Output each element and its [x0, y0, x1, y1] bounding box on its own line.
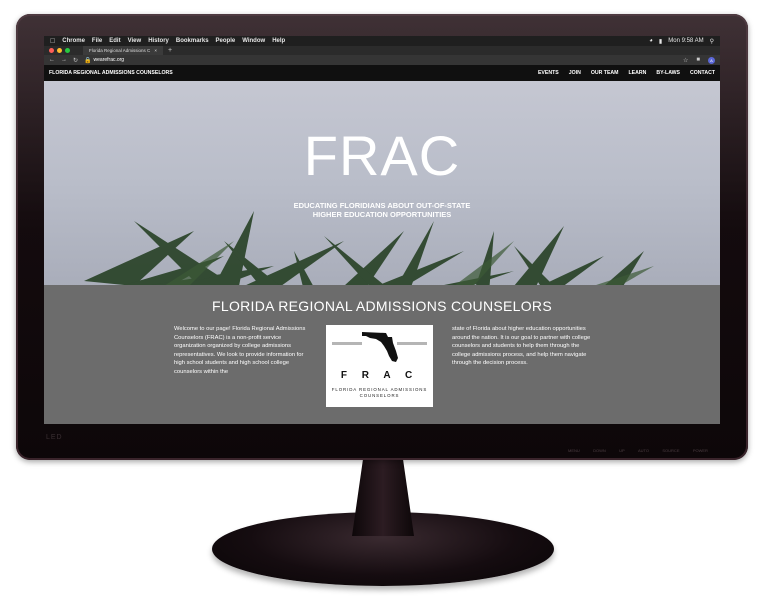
close-tab-icon[interactable]: × — [154, 48, 157, 53]
menu-help[interactable]: Help — [272, 38, 285, 44]
monitor-control-power[interactable]: POWER — [693, 448, 708, 453]
florida-map-icon — [332, 332, 427, 362]
menu-view[interactable]: View — [128, 38, 142, 44]
hero-section: FRAC EDUCATING FLORIDIANS ABOUT OUT-OF-S… — [44, 81, 720, 424]
hero-subtitle: EDUCATING FLORIDIANS ABOUT OUT-OF-STATE … — [44, 201, 720, 219]
back-icon[interactable]: ← — [49, 57, 55, 63]
monitor-control-source[interactable]: SOURCE — [662, 448, 679, 453]
nav-contact[interactable]: CONTACT — [690, 70, 715, 76]
profile-avatar[interactable]: A — [708, 56, 715, 64]
monitor-control-up[interactable]: UP — [619, 448, 625, 453]
menu-file[interactable]: File — [92, 38, 102, 44]
lock-icon: 🔒 — [84, 57, 92, 64]
extension-icon[interactable]: ■ — [696, 57, 700, 63]
monitor-brand-label: LED — [46, 434, 63, 441]
site-brand[interactable]: FLORIDA REGIONAL ADMISSIONS COUNSELORS — [49, 70, 173, 76]
new-tab-button[interactable]: + — [168, 47, 172, 54]
url-input[interactable]: wearefrac.org — [94, 57, 125, 63]
close-window-button[interactable] — [49, 48, 54, 53]
frac-logo: F R A C FLORIDA REGIONAL ADMISSIONS COUN… — [326, 325, 433, 407]
monitor-controls: MENU DOWN UP AUTO SOURCE POWER — [568, 448, 708, 453]
intro-text-right: state of Florida about higher education … — [452, 326, 591, 367]
menu-edit[interactable]: Edit — [109, 38, 120, 44]
nav-events[interactable]: EVENTS — [538, 70, 559, 76]
logo-acronym: F R A C — [340, 370, 419, 381]
menu-window[interactable]: Window — [242, 38, 265, 44]
browser-tabbar: Florida Regional Admissions C × + — [44, 46, 720, 55]
tab-title: Florida Regional Admissions C — [89, 48, 151, 53]
reload-icon[interactable]: ↻ — [73, 57, 78, 64]
search-icon[interactable]: ⚲ — [710, 38, 714, 45]
section-title: FLORIDA REGIONAL ADMISSIONS COUNSELORS — [212, 298, 552, 314]
nav-by-laws[interactable]: BY-LAWS — [656, 70, 680, 76]
mac-menubar:  Chrome File Edit View History Bookmark… — [44, 36, 720, 46]
menu-app-chrome[interactable]: Chrome — [62, 38, 85, 44]
nav-our-team[interactable]: OUR TEAM — [591, 70, 619, 76]
site-header: FLORIDA REGIONAL ADMISSIONS COUNSELORS E… — [44, 65, 720, 81]
monitor-screen:  Chrome File Edit View History Bookmark… — [44, 36, 720, 424]
hero-title: FRAC — [303, 124, 461, 187]
menubar-clock[interactable]: Mon 9:58 AM — [668, 38, 703, 44]
monitor-stand-neck — [352, 458, 414, 536]
menu-history[interactable]: History — [148, 38, 169, 44]
hero-subtitle-line-1: EDUCATING FLORIDIANS ABOUT OUT-OF-STATE — [293, 201, 471, 210]
battery-icon[interactable]: ▮ — [659, 38, 662, 45]
menu-people[interactable]: People — [216, 38, 236, 44]
hero-subtitle-line-2: HIGHER EDUCATION OPPORTUNITIES — [312, 210, 452, 219]
nav-learn[interactable]: LEARN — [629, 70, 647, 76]
monitor-control-down[interactable]: DOWN — [593, 448, 606, 453]
browser-toolbar: ← → ↻ 🔒 wearefrac.org ☆ ■ A — [44, 55, 720, 65]
menu-bookmarks[interactable]: Bookmarks — [176, 38, 209, 44]
forward-icon[interactable]: → — [61, 57, 67, 63]
browser-tab[interactable]: Florida Regional Admissions C × — [83, 46, 163, 55]
about-section: FLORIDA REGIONAL ADMISSIONS COUNSELORS W… — [44, 285, 720, 424]
maximize-window-button[interactable] — [65, 48, 70, 53]
logo-caption: FLORIDA REGIONAL ADMISSIONS COUNSELORS — [331, 387, 428, 398]
apple-icon[interactable]:  — [50, 38, 55, 45]
star-icon[interactable]: ☆ — [683, 57, 688, 64]
monitor-control-menu[interactable]: MENU — [568, 448, 580, 453]
nav-join[interactable]: JOIN — [569, 70, 581, 76]
wifi-icon[interactable]: ◕ — [649, 38, 653, 44]
intro-text-left: Welcome to our page! Florida Regional Ad… — [174, 326, 306, 375]
minimize-window-button[interactable] — [57, 48, 62, 53]
monitor-control-auto[interactable]: AUTO — [638, 448, 649, 453]
